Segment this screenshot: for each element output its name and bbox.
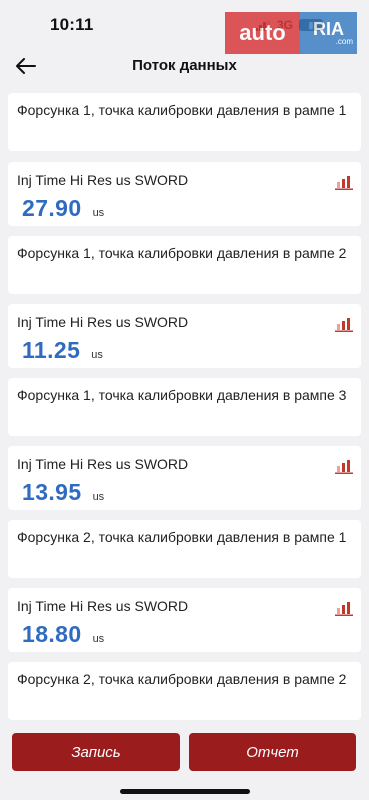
- list-item-label: Форсунка 1, точка калибровки давления в …: [8, 93, 361, 151]
- parameter-name: Inj Time Hi Res us SWORD: [17, 598, 189, 614]
- list-item-value[interactable]: Inj Time Hi Res us SWORD 11.25 us: [8, 304, 361, 368]
- list-item-value[interactable]: Inj Time Hi Res us SWORD 27.90 us: [8, 162, 361, 226]
- parameter-label: Форсунка 2, точка калибровки давления в …: [17, 529, 347, 545]
- parameter-value: 11.25: [22, 337, 81, 363]
- value-row: 11.25 us: [17, 337, 352, 364]
- parameter-unit: us: [92, 207, 105, 219]
- list-item-label: Форсунка 1, точка калибровки давления в …: [8, 236, 361, 294]
- watermark-logo: auto RIA .com: [225, 12, 357, 54]
- page-title: Поток данных: [132, 57, 237, 74]
- chart-icon[interactable]: [335, 174, 353, 190]
- status-time: 10:11: [50, 15, 94, 34]
- parameter-name: Inj Time Hi Res us SWORD: [17, 456, 189, 472]
- parameter-name: Inj Time Hi Res us SWORD: [17, 314, 189, 330]
- parameter-value: 27.90: [22, 195, 82, 221]
- bottom-toolbar: Запись Отчет: [0, 724, 369, 800]
- parameter-label: Форсунка 1, точка калибровки давления в …: [17, 387, 347, 403]
- watermark-right: RIA .com: [300, 12, 357, 54]
- parameter-value: 18.80: [22, 621, 82, 647]
- parameter-unit: us: [92, 633, 105, 645]
- value-row: 18.80 us: [17, 621, 352, 648]
- parameter-value: 13.95: [22, 479, 82, 505]
- parameter-label: Форсунка 1, точка калибровки давления в …: [17, 102, 347, 118]
- value-row: 27.90 us: [17, 195, 352, 222]
- nav-bar: Поток данных: [0, 50, 369, 82]
- list-item-label: Форсунка 2, точка калибровки давления в …: [8, 662, 361, 720]
- watermark-left: auto: [225, 12, 300, 54]
- home-indicator[interactable]: [120, 789, 250, 794]
- chart-icon[interactable]: [335, 316, 353, 332]
- list-item-value[interactable]: Inj Time Hi Res us SWORD 18.80 us: [8, 588, 361, 652]
- value-row: 13.95 us: [17, 479, 352, 506]
- watermark-domain: .com: [335, 37, 353, 46]
- parameter-unit: us: [92, 491, 105, 503]
- report-button[interactable]: Отчет: [189, 733, 356, 771]
- chart-icon[interactable]: [335, 600, 353, 616]
- list-item-value[interactable]: Inj Time Hi Res us SWORD 13.95 us: [8, 446, 361, 510]
- parameter-unit: us: [91, 349, 103, 361]
- chart-icon[interactable]: [335, 458, 353, 474]
- list-item-label: Форсунка 2, точка калибровки давления в …: [8, 520, 361, 578]
- parameter-name: Inj Time Hi Res us SWORD: [17, 172, 189, 188]
- parameter-label: Форсунка 2, точка калибровки давления в …: [17, 671, 347, 687]
- parameter-label: Форсунка 1, точка калибровки давления в …: [17, 245, 347, 261]
- watermark-right-text: RIA: [313, 19, 344, 39]
- list-item-label: Форсунка 1, точка калибровки давления в …: [8, 378, 361, 436]
- record-button[interactable]: Запись: [12, 733, 180, 771]
